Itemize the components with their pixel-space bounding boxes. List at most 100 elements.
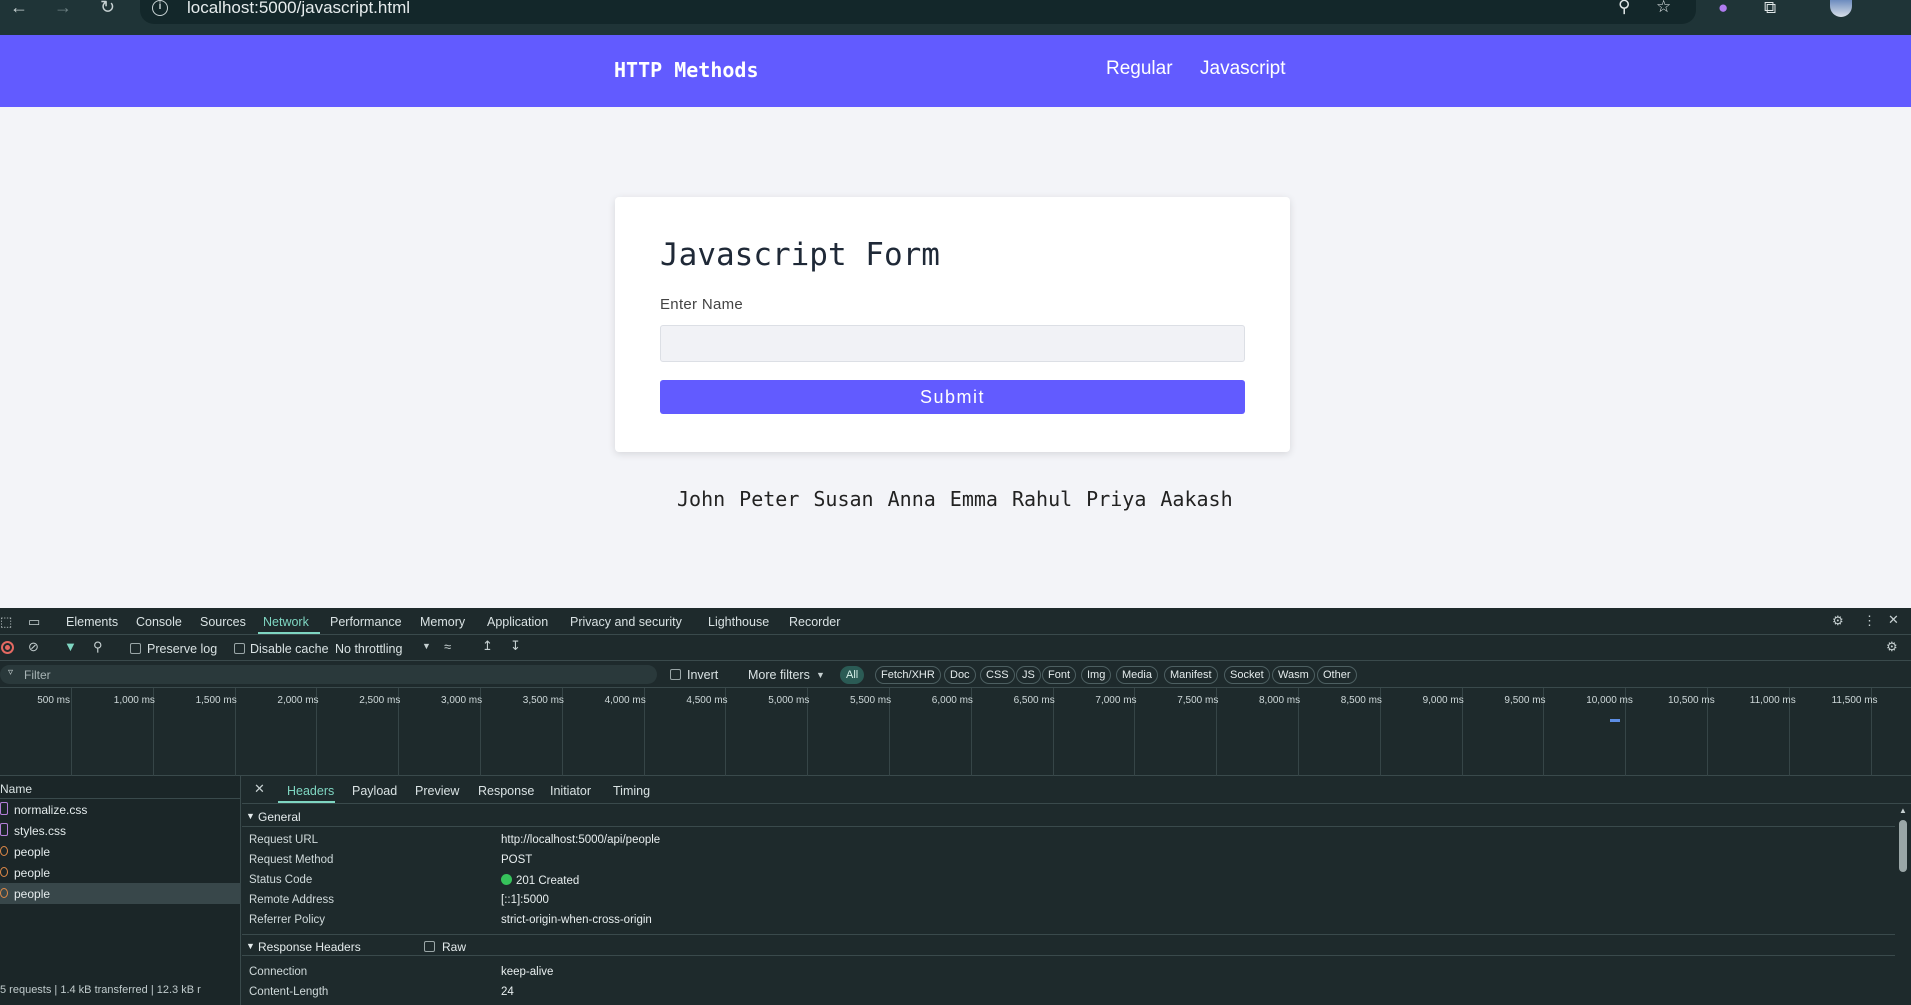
filter-chip-other[interactable]: Other — [1317, 666, 1357, 684]
filter-chip-fetch-xhr[interactable]: Fetch/XHR — [875, 666, 941, 684]
scroll-up-icon[interactable]: ▲ — [1899, 806, 1907, 815]
name-input[interactable] — [660, 325, 1245, 362]
name-item: Aakash — [1160, 487, 1233, 511]
site-info-icon[interactable]: i — [152, 0, 168, 16]
filter-chip-js[interactable]: JS — [1016, 666, 1041, 684]
general-section-header[interactable]: ▼ General — [242, 805, 1895, 827]
more-filters-chevron-icon[interactable]: ▼ — [816, 670, 825, 680]
bookmark-star-icon[interactable]: ☆ — [1656, 0, 1671, 17]
disable-cache-checkbox[interactable] — [234, 643, 245, 654]
device-toolbar-icon[interactable]: ▭ — [28, 614, 40, 630]
tab-sources[interactable]: Sources — [200, 615, 246, 629]
extension-icon[interactable]: ● — [1718, 0, 1728, 18]
forward-icon[interactable]: → — [54, 0, 72, 20]
nav-link-javascript[interactable]: Javascript — [1200, 58, 1286, 80]
invert-label[interactable]: Invert — [687, 668, 718, 682]
request-row[interactable]: people — [0, 862, 241, 883]
close-devtools-icon[interactable]: ✕ — [1888, 612, 1899, 628]
tab-performance[interactable]: Performance — [330, 615, 402, 629]
network-timeline[interactable]: 500 ms 1,000 ms 1,500 ms 2,000 ms 2,500 ms 3,… — [0, 688, 1911, 776]
app-header: HTTP Methods Regular Javascript — [0, 35, 1911, 107]
close-detail-icon[interactable]: ✕ — [254, 781, 265, 797]
filter-chip-media[interactable]: Media — [1116, 666, 1158, 684]
expand-triangle-icon[interactable]: ▼ — [246, 811, 255, 821]
throttling-select[interactable]: No throttling — [335, 642, 402, 656]
record-icon[interactable] — [1, 641, 14, 654]
filter-funnel-icon[interactable]: ▼ — [64, 639, 77, 654]
tab-network[interactable]: Network — [263, 615, 309, 629]
tab-privacy-security[interactable]: Privacy and security — [570, 615, 682, 629]
tab-timing[interactable]: Timing — [613, 784, 650, 798]
timeline-tick-label: 5,500 ms — [850, 695, 892, 706]
reload-icon[interactable]: ↻ — [100, 0, 115, 20]
chevron-down-icon[interactable]: ▼ — [422, 641, 431, 651]
url-text[interactable]: localhost:5000/javascript.html — [187, 0, 410, 18]
browser-toolbar: ← → ↻ i localhost:5000/javascript.html ⚲… — [0, 0, 1911, 35]
request-row[interactable]: styles.css — [0, 820, 241, 841]
preserve-log-checkbox[interactable] — [130, 643, 141, 654]
filter-chip-doc[interactable]: Doc — [944, 666, 976, 684]
fetch-icon — [0, 888, 8, 898]
filter-chip-css[interactable]: CSS — [980, 666, 1015, 684]
filter-chip-img[interactable]: Img — [1081, 666, 1112, 684]
timeline-tick-label: 7,000 ms — [1095, 695, 1137, 706]
preserve-log-label[interactable]: Preserve log — [147, 642, 217, 656]
request-row-selected[interactable]: people — [0, 883, 241, 904]
disable-cache-label[interactable]: Disable cache — [250, 642, 329, 656]
raw-label[interactable]: Raw — [442, 940, 466, 954]
invert-checkbox[interactable] — [670, 669, 681, 680]
tab-headers[interactable]: Headers — [287, 784, 334, 798]
timeline-tick-label: 1,000 ms — [113, 695, 155, 706]
expand-triangle-icon[interactable]: ▼ — [246, 941, 255, 951]
request-row[interactable]: normalize.css — [0, 799, 241, 820]
tab-preview[interactable]: Preview — [415, 784, 459, 798]
timeline-tick-label: 3,000 ms — [441, 695, 483, 706]
tab-initiator[interactable]: Initiator — [550, 784, 591, 798]
profile-avatar[interactable] — [1830, 0, 1852, 17]
network-settings-icon[interactable]: ⚙ — [1886, 639, 1898, 655]
tab-memory[interactable]: Memory — [420, 615, 465, 629]
remote-address-value: [::1]:5000 — [501, 894, 549, 906]
tab-lighthouse[interactable]: Lighthouse — [708, 615, 769, 629]
detail-scrollbar[interactable]: ▲ — [1897, 806, 1909, 1005]
import-har-icon[interactable]: ↥ — [482, 638, 493, 654]
detail-active-indicator — [278, 801, 335, 803]
export-har-icon[interactable]: ↧ — [510, 638, 521, 654]
search-icon[interactable]: ⚲ — [93, 639, 103, 655]
request-list-header[interactable]: Name — [0, 776, 241, 799]
submit-button[interactable]: Submit — [660, 380, 1245, 414]
address-bar[interactable]: i localhost:5000/javascript.html ⚲ ☆ — [140, 0, 1696, 24]
response-headers-title[interactable]: Response Headers — [258, 940, 361, 954]
filter-input[interactable]: ▿ Filter — [0, 665, 657, 684]
tab-payload[interactable]: Payload — [352, 784, 397, 798]
tab-recorder[interactable]: Recorder — [789, 615, 840, 629]
tab-application[interactable]: Application — [487, 615, 548, 629]
tab-elements[interactable]: Elements — [66, 615, 118, 629]
filter-chip-wasm[interactable]: Wasm — [1272, 666, 1315, 684]
general-title[interactable]: General — [258, 810, 301, 824]
more-options-icon[interactable]: ⋮ — [1863, 613, 1876, 629]
raw-checkbox[interactable] — [424, 941, 435, 952]
filter-chip-manifest[interactable]: Manifest — [1164, 666, 1218, 684]
filter-chip-socket[interactable]: Socket — [1224, 666, 1270, 684]
brand-title[interactable]: HTTP Methods — [614, 58, 759, 82]
name-column-header[interactable]: Name — [0, 782, 32, 796]
more-filters-button[interactable]: More filters — [748, 668, 810, 682]
response-headers-section-header[interactable]: ▼ Response Headers Raw — [242, 934, 1895, 956]
settings-gear-icon[interactable]: ⚙ — [1832, 613, 1844, 629]
name-item: Susan — [813, 487, 874, 511]
nav-link-regular[interactable]: Regular — [1106, 58, 1173, 80]
filter-chip-all[interactable]: All — [840, 666, 865, 684]
name-item: John — [677, 487, 726, 511]
tab-response[interactable]: Response — [478, 784, 534, 798]
request-row[interactable]: people — [0, 841, 241, 862]
network-conditions-icon[interactable]: ≈ — [444, 639, 451, 654]
back-icon[interactable]: ← — [10, 0, 28, 20]
inspect-element-icon[interactable]: ⬚ — [0, 614, 12, 630]
zoom-icon[interactable]: ⚲ — [1618, 0, 1630, 17]
extensions-puzzle-icon[interactable]: ⧉ — [1764, 0, 1776, 18]
tab-console[interactable]: Console — [136, 615, 182, 629]
clear-icon[interactable]: ⊘ — [28, 639, 39, 655]
scrollbar-thumb[interactable] — [1899, 820, 1907, 872]
filter-chip-font[interactable]: Font — [1042, 666, 1077, 684]
